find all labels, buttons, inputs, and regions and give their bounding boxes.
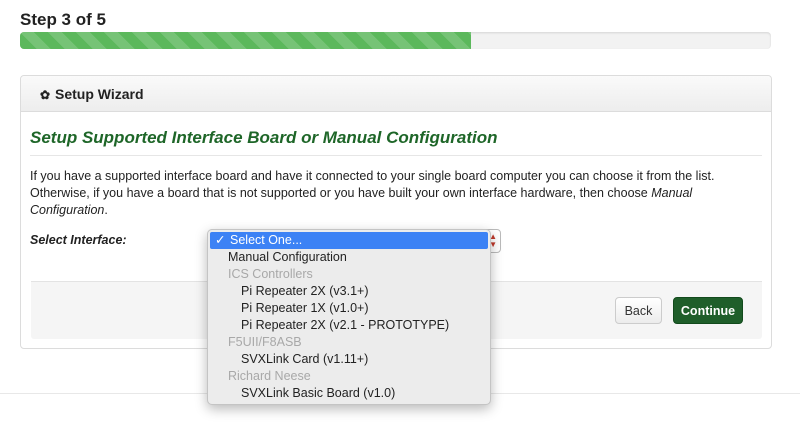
dropdown-option-label: Richard Neese	[228, 369, 311, 383]
progress-bar	[20, 32, 771, 49]
section-title: Setup Supported Interface Board or Manua…	[30, 128, 498, 147]
dropdown-option-label: Pi Repeater 1X (v1.0+)	[241, 301, 369, 315]
dropdown-option[interactable]: SVXLink Basic Board (v1.0)	[208, 385, 490, 402]
gear-icon: ✿	[40, 88, 51, 102]
dropdown-option-label: SVXLink Basic Board (v1.0)	[241, 386, 396, 400]
select-interface-label: Select Interface:	[30, 233, 127, 247]
dropdown-group-label: ICS Controllers	[208, 266, 490, 283]
dropdown-option[interactable]: Manual Configuration	[208, 249, 490, 266]
panel-heading: ✿ Setup Wizard	[21, 76, 771, 112]
continue-button[interactable]: Continue	[673, 297, 743, 324]
dropdown-option-label: SVXLink Card (v1.11+)	[241, 352, 369, 366]
description: If you have a supported interface board …	[30, 168, 765, 219]
progress-bar-fill	[20, 32, 471, 49]
back-button[interactable]: Back	[615, 297, 662, 324]
description-end: .	[104, 203, 108, 217]
dropdown-option-label: Select One...	[230, 233, 303, 247]
dropdown-option[interactable]: ✓ Select One...	[210, 232, 488, 249]
dropdown-option-label: F5UII/F8ASB	[228, 335, 302, 349]
dropdown-option-label: Pi Repeater 2X (v2.1 - PROTOTYPE)	[241, 318, 450, 332]
dropdown-option-label: Manual Configuration	[228, 250, 347, 264]
interface-dropdown-list[interactable]: ✓ Select One... Manual Configuration ICS Co…	[207, 229, 491, 405]
panel-heading-title: Setup Wizard	[55, 86, 144, 102]
dropdown-option[interactable]: SVXLink Card (v1.11+)	[208, 351, 490, 368]
dropdown-option[interactable]: Pi Repeater 2X (v2.1 - PROTOTYPE)	[208, 317, 490, 334]
dropdown-group-label: F5UII/F8ASB	[208, 334, 490, 351]
checkmark-icon: ✓	[215, 233, 226, 247]
dropdown-option-label: ICS Controllers	[228, 267, 313, 281]
dropdown-option[interactable]: Pi Repeater 1X (v1.0+)	[208, 300, 490, 317]
dropdown-option[interactable]: Pi Repeater 2X (v3.1+)	[208, 283, 490, 300]
step-title: Step 3 of 5	[20, 10, 106, 29]
dropdown-option-label: Pi Repeater 2X (v3.1+)	[241, 284, 369, 298]
dropdown-group-label: Richard Neese	[208, 368, 490, 385]
description-text: If you have a supported interface board …	[30, 169, 715, 200]
divider	[30, 155, 762, 156]
